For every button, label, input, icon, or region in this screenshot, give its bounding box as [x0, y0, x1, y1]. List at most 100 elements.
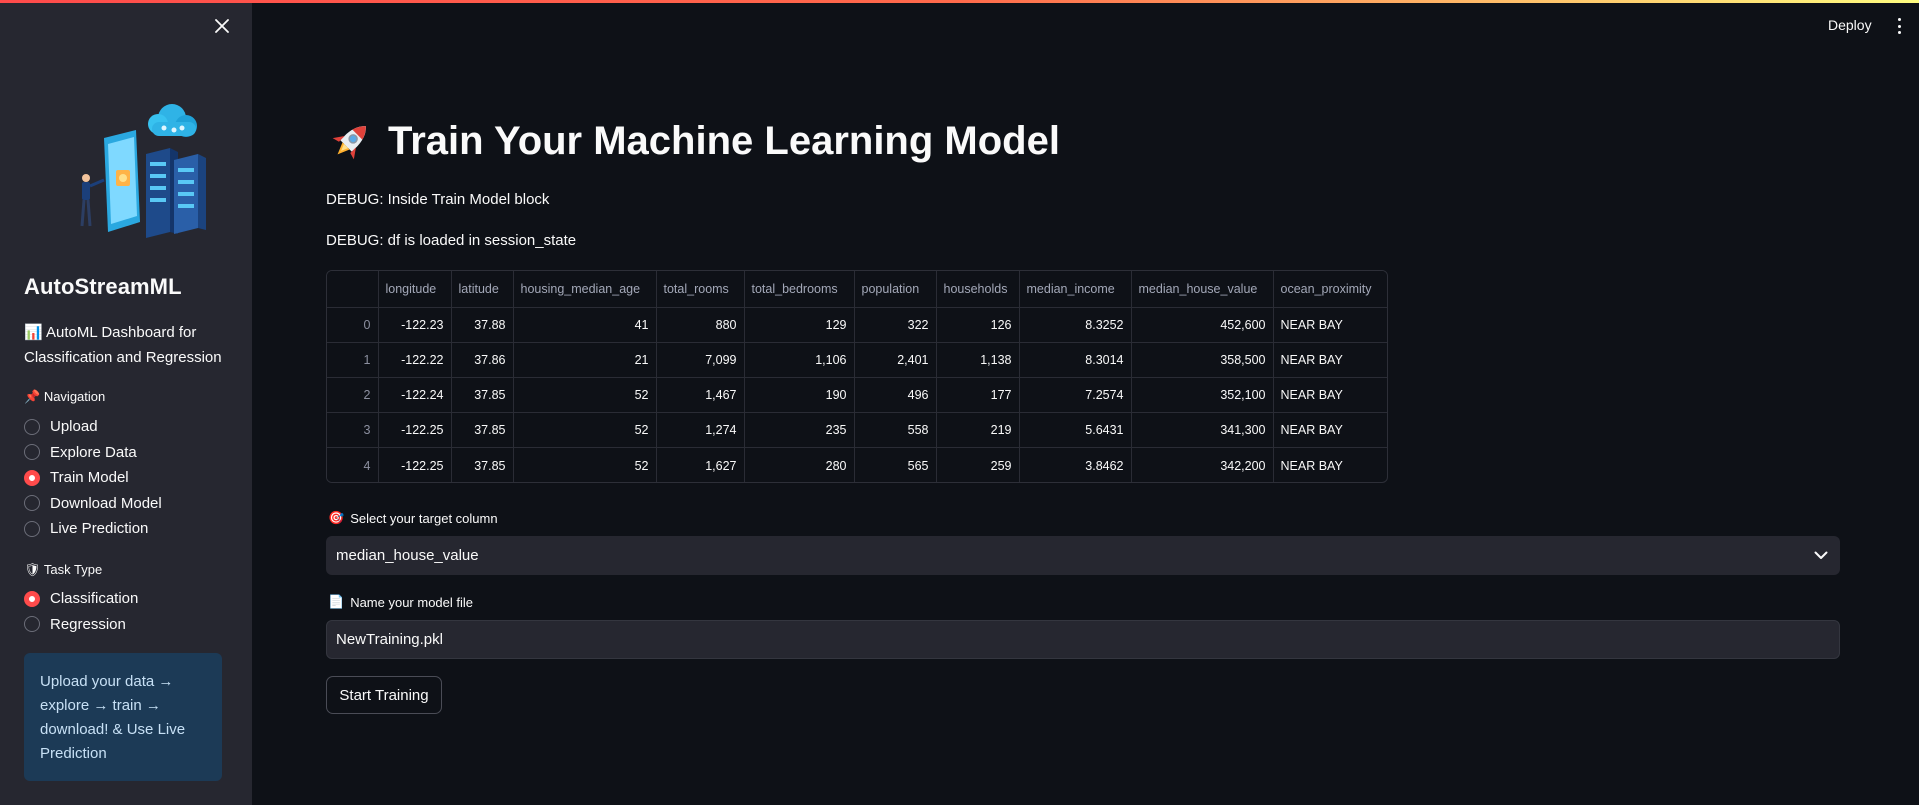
column-header[interactable]: ocean_proximity — [1273, 271, 1387, 308]
table-cell[interactable]: 496 — [854, 377, 937, 414]
table-cell[interactable]: 8.3014 — [1019, 342, 1132, 378]
table-cell[interactable]: 1,627 — [656, 447, 745, 482]
row-index: 1 — [327, 342, 379, 378]
table-cell[interactable]: 1,274 — [656, 412, 745, 449]
column-header[interactable]: longitude — [378, 271, 452, 308]
column-header[interactable]: total_rooms — [656, 271, 745, 308]
table-cell[interactable]: 280 — [744, 447, 855, 482]
deploy-button[interactable]: Deploy — [1828, 17, 1872, 33]
model-file-label: 📄 Name your model file — [328, 594, 473, 610]
nav-option-upload[interactable]: Upload — [24, 414, 162, 440]
table-cell[interactable]: 322 — [854, 307, 937, 343]
task-type-label-text: Task Type — [43, 562, 103, 577]
radio-button[interactable] — [24, 444, 40, 461]
table-cell[interactable]: 1,106 — [744, 342, 855, 378]
radio-button[interactable] — [24, 520, 40, 537]
table-cell[interactable]: 41 — [513, 307, 657, 343]
table-cell[interactable]: NEAR BAY — [1273, 448, 1387, 482]
table-cell[interactable]: 342,200 — [1131, 447, 1274, 482]
task-option-classification[interactable]: Classification — [24, 586, 138, 612]
table-cell[interactable]: 452,600 — [1131, 307, 1274, 343]
table-cell[interactable]: 37.85 — [451, 447, 514, 482]
task-type-label: 🛡 Task Type — [24, 562, 102, 578]
table-cell[interactable]: -122.23 — [378, 307, 452, 343]
table-cell[interactable]: -122.22 — [378, 342, 452, 378]
model-file-value: NewTraining.pkl — [336, 631, 443, 648]
table-cell[interactable]: 37.86 — [451, 342, 514, 378]
table-cell[interactable]: -122.25 — [378, 447, 452, 482]
nav-option-explore-data[interactable]: Explore Data — [24, 440, 162, 466]
target-column-label-text: Select your target column — [350, 510, 498, 526]
nav-option-live-prediction[interactable]: Live Prediction — [24, 516, 162, 542]
close-sidebar-button[interactable] — [210, 14, 234, 38]
table-cell[interactable]: 21 — [513, 342, 657, 378]
column-header[interactable]: households — [936, 271, 1020, 308]
table-cell[interactable]: 37.88 — [451, 307, 514, 343]
table-cell[interactable]: 126 — [936, 307, 1020, 343]
dataframe-table[interactable]: longitude latitude housing_median_age to… — [326, 270, 1388, 483]
table-cell[interactable]: 259 — [936, 447, 1020, 482]
table-cell[interactable]: 52 — [513, 377, 657, 414]
table-cell[interactable]: 341,300 — [1131, 412, 1274, 449]
table-cell[interactable]: 558 — [854, 412, 937, 449]
table-cell[interactable]: 2,401 — [854, 342, 937, 378]
table-cell[interactable]: NEAR BAY — [1273, 377, 1387, 414]
table-cell[interactable]: 235 — [744, 412, 855, 449]
radio-button[interactable] — [24, 418, 40, 435]
table-cell[interactable]: 565 — [854, 447, 937, 482]
table-cell[interactable]: 1,138 — [936, 342, 1020, 378]
nav-option-train-model[interactable]: Train Model — [24, 465, 162, 491]
navigation-radio-group: Upload Explore Data Train Model Download… — [24, 414, 162, 542]
table-cell[interactable]: 7.2574 — [1019, 377, 1132, 414]
table-cell[interactable]: NEAR BAY — [1273, 307, 1387, 343]
table-cell[interactable]: 219 — [936, 412, 1020, 449]
table-cell[interactable]: 3.8462 — [1019, 447, 1132, 482]
table-cell[interactable]: 190 — [744, 377, 855, 414]
table-cell[interactable]: 880 — [656, 307, 745, 343]
table-cell[interactable]: 129 — [744, 307, 855, 343]
table-cell[interactable]: NEAR BAY — [1273, 342, 1387, 378]
target-column-select[interactable]: median_house_value — [326, 536, 1840, 575]
table-cell[interactable]: NEAR BAY — [1273, 412, 1387, 449]
table-cell[interactable]: 7,099 — [656, 342, 745, 378]
table-cell[interactable]: 8.3252 — [1019, 307, 1132, 343]
model-file-label-text: Name your model file — [350, 594, 474, 610]
table-cell[interactable]: 177 — [936, 377, 1020, 414]
table-cell[interactable]: -122.25 — [378, 412, 452, 449]
radio-button[interactable] — [24, 495, 40, 512]
nav-option-label: Download Model — [50, 494, 162, 512]
table-cell[interactable]: 1,467 — [656, 377, 745, 414]
radio-button-selected[interactable] — [24, 590, 40, 607]
nav-option-label: Train Model — [50, 469, 129, 487]
column-header[interactable]: total_bedrooms — [744, 271, 855, 308]
sidebar: AutoStreamML 📊 AutoML Dashboard for Clas… — [0, 0, 252, 805]
column-header[interactable]: median_income — [1019, 271, 1132, 308]
model-file-input[interactable]: NewTraining.pkl — [326, 620, 1840, 659]
column-header[interactable]: median_house_value — [1131, 271, 1274, 308]
chart-icon: 📊 — [24, 324, 43, 341]
kebab-menu-icon[interactable] — [1893, 16, 1905, 36]
target-icon: 🎯 — [328, 510, 345, 525]
task-option-regression[interactable]: Regression — [24, 612, 138, 638]
radio-button-selected[interactable] — [24, 469, 40, 486]
table-cell[interactable]: 52 — [513, 412, 657, 449]
start-training-button[interactable]: Start Training — [326, 676, 442, 714]
debug-line-2: DEBUG: df is loaded in session_state — [326, 232, 577, 249]
automl-logo-illustration — [80, 104, 206, 238]
page-title-text: Train Your Machine Learning Model — [388, 118, 1060, 163]
radio-button[interactable] — [24, 616, 40, 633]
column-header[interactable]: population — [854, 271, 937, 308]
table-cell[interactable]: -122.24 — [378, 377, 452, 414]
nav-option-download-model[interactable]: Download Model — [24, 491, 162, 517]
table-cell[interactable]: 352,100 — [1131, 377, 1274, 414]
table-cell[interactable]: 37.85 — [451, 377, 514, 414]
table-cell[interactable]: 37.85 — [451, 412, 514, 449]
table-cell[interactable]: 358,500 — [1131, 342, 1274, 378]
column-header-index[interactable] — [327, 271, 379, 308]
table-cell[interactable]: 5.6431 — [1019, 412, 1132, 449]
table-cell[interactable]: 52 — [513, 447, 657, 482]
table-row: 2 -122.24 37.85 52 1,467 190 496 177 7.2… — [327, 377, 1387, 414]
column-header[interactable]: latitude — [451, 271, 514, 308]
column-header[interactable]: housing_median_age — [513, 271, 657, 308]
target-column-label: 🎯 Select your target column — [328, 510, 498, 526]
